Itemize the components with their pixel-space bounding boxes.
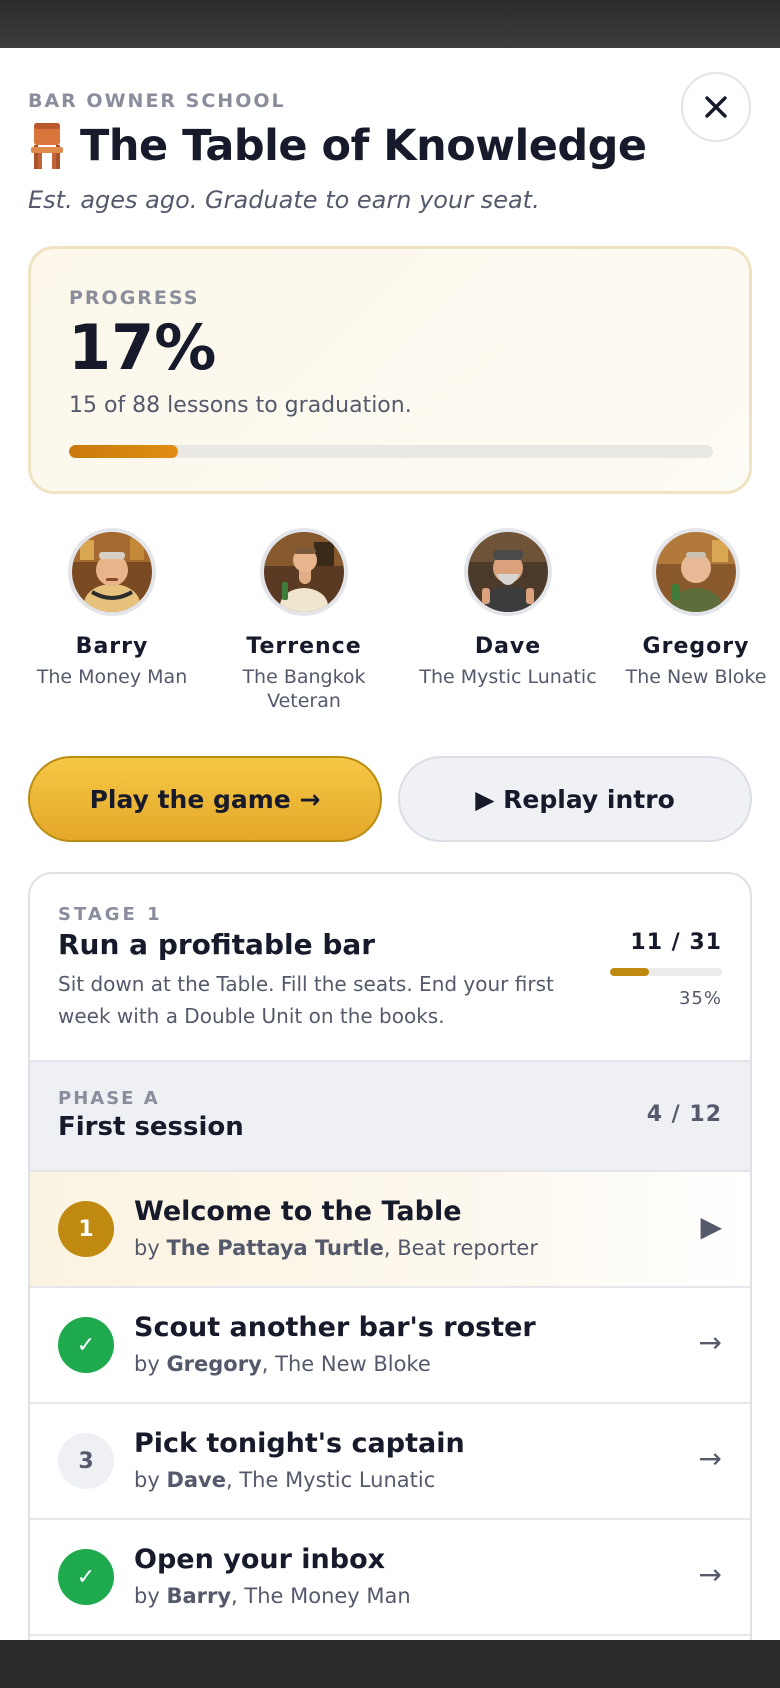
arrow-right-icon[interactable]: → <box>699 1442 722 1475</box>
stage-eyebrow: STAGE 1 <box>58 904 163 925</box>
gregory-portrait <box>656 532 736 612</box>
stage-count: 11 / 31 <box>630 930 722 955</box>
close-button[interactable] <box>681 72 751 142</box>
progress-percent: 17% <box>68 311 217 384</box>
lesson-number-badge: 3 <box>58 1433 114 1489</box>
avatar <box>68 528 156 616</box>
lesson-author-role: , Beat reporter <box>383 1236 538 1260</box>
school-eyebrow: BAR OWNER SCHOOL <box>28 90 286 112</box>
title-row: The Table of Knowledge <box>28 116 647 176</box>
byline-prefix: by <box>134 1352 167 1376</box>
lesson-byline: by Barry, The Money Man <box>134 1584 411 1608</box>
cast-member-dave[interactable]: Dave The Mystic Lunatic <box>408 528 608 689</box>
lesson-author: Barry <box>166 1584 232 1608</box>
lesson-number-badge: 1 <box>58 1201 114 1257</box>
stage-progress-fill <box>610 968 650 976</box>
arrow-right-icon[interactable]: → <box>699 1558 722 1591</box>
avatar <box>464 528 552 616</box>
cast-role: The New Bloke <box>625 666 767 688</box>
cast-name: Dave <box>474 634 542 659</box>
cast-name: Barry <box>75 634 149 659</box>
progress-bar-fill <box>69 445 179 458</box>
arrow-right-icon[interactable]: → <box>699 1326 722 1359</box>
dave-portrait <box>468 532 548 612</box>
lesson-author-role: , The Mystic Lunatic <box>225 1468 436 1492</box>
stage-card: STAGE 1 Run a profitable bar Sit down at… <box>28 872 752 1640</box>
lesson-title: Pick tonight's captain <box>134 1428 465 1459</box>
barry-portrait <box>72 532 152 612</box>
lesson-author: Dave <box>166 1468 226 1492</box>
close-icon <box>705 96 727 118</box>
cast-member-terrence[interactable]: Terrence The Bangkok Veteran <box>204 528 404 713</box>
cast-member-barry[interactable]: Barry The Money Man <box>12 528 212 689</box>
check-icon: ✓ <box>58 1549 114 1605</box>
stage-description: Sit down at the Table. Fill the seats. E… <box>58 972 554 1028</box>
stage-percent: 35% <box>678 988 722 1009</box>
lesson-row[interactable]: 1 Welcome to the Table by The Pattaya Tu… <box>30 1172 750 1288</box>
lesson-byline: by The Pattaya Turtle, Beat reporter <box>134 1236 538 1260</box>
lesson-title: Open your inbox <box>134 1544 386 1575</box>
byline-prefix: by <box>134 1236 167 1260</box>
phase-count: 4 / 12 <box>646 1102 722 1127</box>
lesson-byline: by Gregory, The New Bloke <box>134 1352 431 1376</box>
stage-title: Run a profitable bar <box>58 928 376 961</box>
byline-prefix: by <box>134 1584 167 1608</box>
backdrop-bottom <box>0 1640 780 1688</box>
avatar <box>260 528 348 616</box>
phase-header[interactable]: PHASE A First session 4 / 12 <box>30 1060 750 1172</box>
lesson-title: Scout another bar's roster <box>134 1312 536 1343</box>
stage-progress-bar <box>610 968 722 976</box>
lesson-author-role: , The New Bloke <box>261 1352 431 1376</box>
lesson-byline: by Dave, The Mystic Lunatic <box>134 1468 435 1492</box>
cast-role: The Bangkok Veteran <box>242 666 366 712</box>
lesson-row[interactable]: 3 Pick tonight's captain by Dave, The My… <box>30 1404 750 1520</box>
chair-icon <box>31 123 63 169</box>
lesson-row[interactable]: ✓ Open your inbox by Barry, The Money Ma… <box>30 1520 750 1636</box>
check-icon: ✓ <box>58 1317 114 1373</box>
play-game-button[interactable]: Play the game → <box>28 756 382 842</box>
avatar <box>652 528 740 616</box>
page-subtitle: Est. ages ago. Graduate to earn your sea… <box>28 186 540 214</box>
progress-card: PROGRESS 17% 15 of 88 lessons to graduat… <box>28 246 752 494</box>
byline-prefix: by <box>134 1468 167 1492</box>
cast-name: Gregory <box>642 634 750 659</box>
progress-detail: 15 of 88 lessons to graduation. <box>69 393 412 418</box>
terrence-portrait <box>264 532 344 612</box>
lesson-author: The Pattaya Turtle <box>166 1236 384 1260</box>
progress-label: PROGRESS <box>69 287 200 309</box>
lesson-list: 1 Welcome to the Table by The Pattaya Tu… <box>30 1172 750 1636</box>
play-icon[interactable]: ▶ <box>700 1210 722 1243</box>
page-title: The Table of Knowledge <box>80 121 647 171</box>
cast-role: The Money Man <box>36 666 188 688</box>
school-sheet: BAR OWNER SCHOOL The Table of Knowledge … <box>0 48 780 1640</box>
backdrop-top <box>0 0 780 48</box>
lesson-author: Gregory <box>166 1352 262 1376</box>
progress-bar <box>69 445 713 458</box>
cast-role: The Mystic Lunatic <box>419 666 597 688</box>
cast-name: Terrence <box>246 634 362 659</box>
cast-member-gregory[interactable]: Gregory The New Bloke <box>596 528 780 689</box>
phase-title: First session <box>58 1112 244 1142</box>
lesson-author-role: , The Money Man <box>231 1584 411 1608</box>
lesson-title: Welcome to the Table <box>134 1196 462 1227</box>
lesson-row[interactable]: ✓ Scout another bar's roster by Gregory,… <box>30 1288 750 1404</box>
phase-eyebrow: PHASE A <box>58 1088 160 1109</box>
replay-intro-button[interactable]: ▶ Replay intro <box>398 756 752 842</box>
